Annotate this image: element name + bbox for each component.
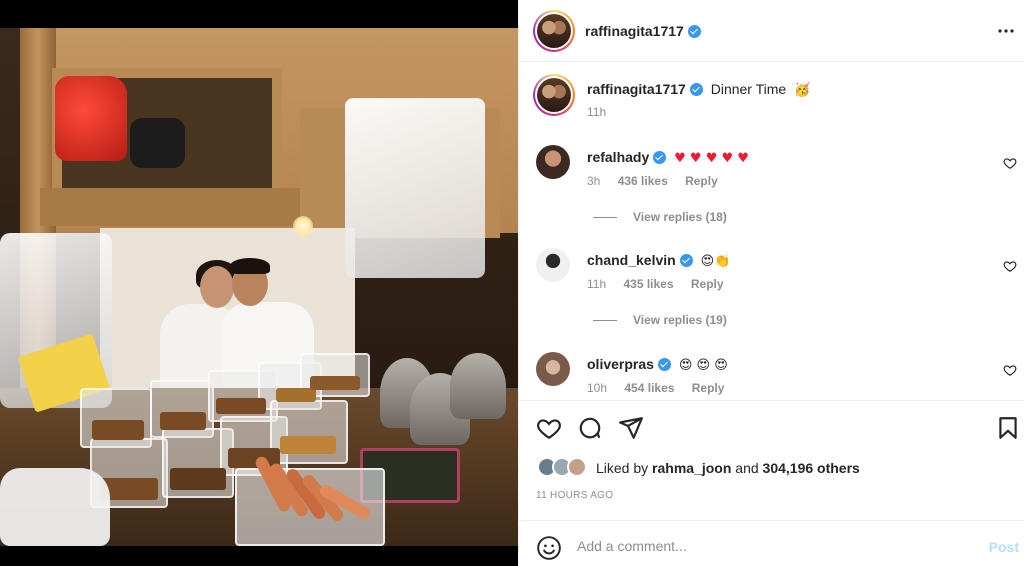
share-icon[interactable] bbox=[618, 415, 644, 441]
caption-author-username[interactable]: raffinagita1717 bbox=[587, 81, 686, 97]
photo-satay bbox=[170, 468, 226, 490]
commenter-username[interactable]: refalhady bbox=[587, 149, 649, 165]
post-timestamp[interactable]: 11 HOURS AGO bbox=[536, 490, 613, 501]
comment-like-heart-icon[interactable] bbox=[1003, 363, 1017, 377]
post-photo-pane bbox=[0, 0, 518, 566]
post-header: raffinagita1717 bbox=[519, 0, 1024, 62]
comment-text: ♥ ♥ ♥ ♥ ♥ bbox=[674, 151, 749, 166]
photo-satay bbox=[216, 398, 266, 414]
liker-username[interactable]: rahma_joon bbox=[652, 460, 731, 476]
photo-food-box bbox=[270, 400, 348, 464]
bookmark-icon[interactable] bbox=[995, 415, 1021, 441]
comment-line: chand_kelvin 😍👏 bbox=[587, 252, 730, 269]
post-sidebar: raffinagita1717 raffinagita1717 Dinner T… bbox=[518, 0, 1024, 566]
comment-meta: 10h 454 likes Reply bbox=[587, 381, 724, 395]
photo-man-hair bbox=[230, 258, 270, 274]
view-replies-button[interactable]: View replies (18) bbox=[593, 210, 727, 224]
liker-avatar[interactable] bbox=[567, 457, 587, 477]
comment-icon[interactable] bbox=[577, 415, 603, 441]
likes-text: Liked by rahma_joon and 304,196 others bbox=[596, 460, 860, 476]
comment-like-heart-icon[interactable] bbox=[1003, 259, 1017, 273]
photo-black-bag bbox=[130, 118, 185, 168]
verified-badge-icon bbox=[653, 151, 667, 164]
caption-text: Dinner Time bbox=[710, 81, 787, 97]
replies-dash bbox=[593, 320, 617, 322]
caption-line: raffinagita1717 Dinner Time 🥳 bbox=[587, 81, 810, 98]
commenter-username[interactable]: oliverpras bbox=[587, 356, 654, 372]
comment-input[interactable] bbox=[577, 534, 957, 558]
post-photo[interactable] bbox=[0, 28, 518, 546]
party-emoji-icon: 🥳 bbox=[794, 83, 811, 98]
more-icon[interactable] bbox=[997, 22, 1015, 40]
post-actions bbox=[519, 400, 1024, 452]
author-username[interactable]: raffinagita1717 bbox=[585, 23, 701, 39]
likes-summary: Liked by rahma_joon and 304,196 others bbox=[519, 455, 1024, 481]
reply-button[interactable]: Reply bbox=[685, 174, 718, 188]
photo-kettle bbox=[450, 353, 506, 419]
verified-badge-icon bbox=[687, 25, 701, 38]
comment-line: oliverpras 😍 😍 😍 bbox=[587, 356, 728, 373]
commenter-username[interactable]: chand_kelvin bbox=[587, 252, 676, 268]
replies-dash bbox=[593, 217, 617, 219]
commenter-avatar[interactable] bbox=[536, 352, 570, 386]
comment-like-heart-icon[interactable] bbox=[1003, 156, 1017, 170]
comment-meta: 11h 435 likes Reply bbox=[587, 277, 724, 291]
comment-time[interactable]: 11h bbox=[587, 277, 606, 291]
photo-red-bag bbox=[55, 76, 127, 161]
photo-sausage-box bbox=[235, 454, 385, 546]
comment-time[interactable]: 3h bbox=[587, 174, 600, 188]
reply-button[interactable]: Reply bbox=[691, 277, 724, 291]
more-icon-svg bbox=[998, 29, 1014, 33]
photo-satay bbox=[276, 388, 316, 402]
comment-text: 😍 😍 😍 bbox=[678, 358, 728, 373]
photo-satay bbox=[160, 412, 206, 430]
comment-line: refalhady ♥ ♥ ♥ ♥ ♥ bbox=[587, 149, 749, 166]
commenter-avatar[interactable] bbox=[536, 248, 570, 282]
post-button[interactable]: Post bbox=[989, 539, 1019, 555]
heart-icon[interactable] bbox=[536, 415, 562, 441]
verified-badge-icon bbox=[679, 254, 693, 267]
comment-item: refalhady ♥ ♥ ♥ ♥ ♥ 3h 436 likes Reply bbox=[519, 145, 1024, 195]
comment-likes[interactable]: 454 likes bbox=[624, 381, 674, 395]
comment-time[interactable]: 10h bbox=[587, 381, 607, 395]
comment-meta: 3h 436 likes Reply bbox=[587, 174, 718, 188]
photo-woman-face bbox=[200, 266, 234, 308]
likes-others-link[interactable]: 304,196 others bbox=[763, 460, 860, 476]
photo-plastic-bags bbox=[345, 98, 485, 278]
comment-likes[interactable]: 435 likes bbox=[623, 277, 673, 291]
photo-satay bbox=[310, 376, 360, 390]
caption-author-avatar[interactable] bbox=[533, 74, 575, 116]
photo-glove bbox=[0, 468, 110, 546]
author-avatar[interactable] bbox=[533, 10, 575, 52]
comment-item: oliverpras 😍 😍 😍 10h 454 likes Reply bbox=[519, 352, 1024, 402]
photo-satay bbox=[280, 436, 336, 454]
caption-time[interactable]: 11h bbox=[587, 105, 606, 119]
commenter-avatar[interactable] bbox=[536, 145, 570, 179]
photo-lamp bbox=[293, 216, 313, 236]
emoji-icon[interactable] bbox=[536, 535, 562, 561]
comment-item: chand_kelvin 😍👏 11h 435 likes Reply bbox=[519, 248, 1024, 298]
comment-text: 😍👏 bbox=[700, 254, 731, 269]
add-comment-bar: Post bbox=[519, 520, 1024, 566]
verified-badge-icon bbox=[657, 358, 671, 371]
verified-badge-icon bbox=[689, 83, 703, 96]
view-replies-button[interactable]: View replies (19) bbox=[593, 313, 727, 327]
photo-satay bbox=[92, 420, 144, 440]
reply-button[interactable]: Reply bbox=[692, 381, 725, 395]
comment-likes[interactable]: 436 likes bbox=[618, 174, 668, 188]
